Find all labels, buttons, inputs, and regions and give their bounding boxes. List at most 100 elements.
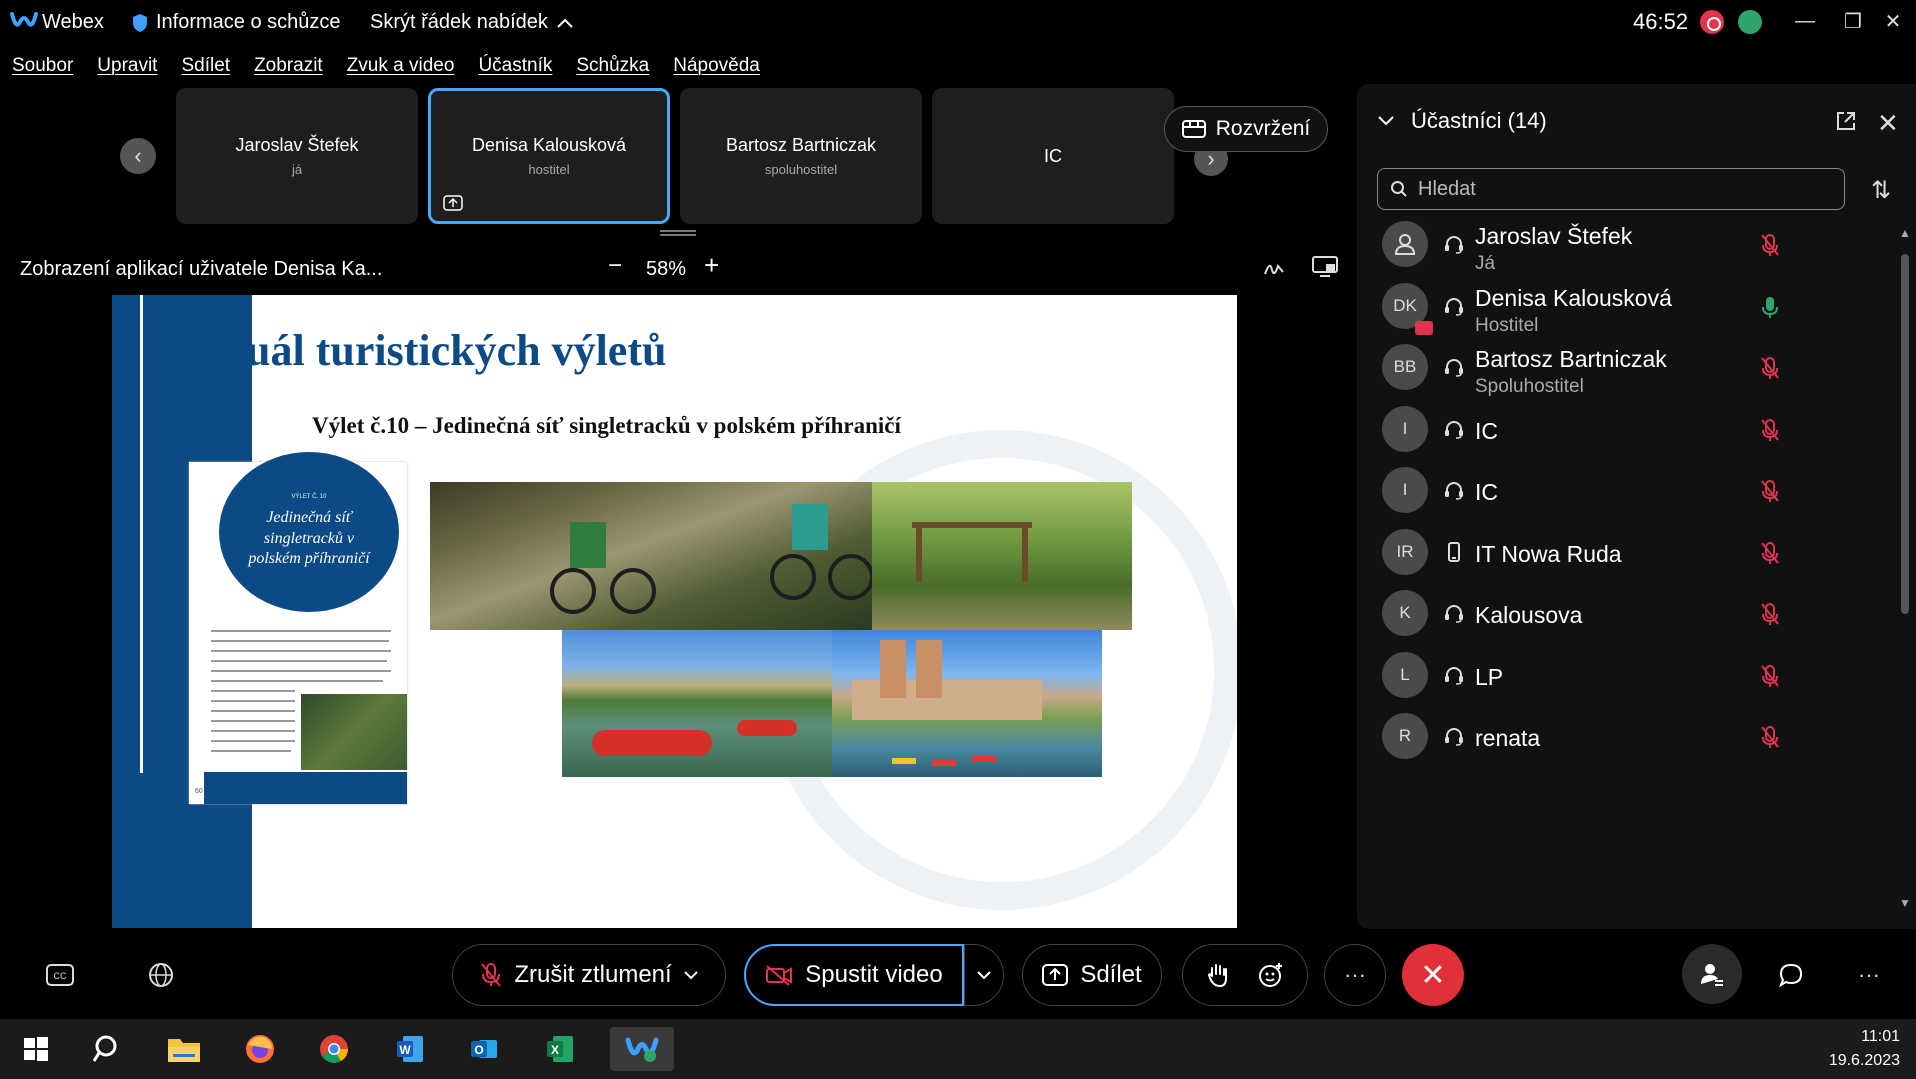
participants-header[interactable]: Účastníci (14) [1377,108,1547,134]
remote-control-icon[interactable] [1312,256,1338,278]
avatar-initials: K [1399,603,1411,622]
brochure-page-image: VÝLET Č. 10 Jedinečná síť singletracků v… [189,452,407,804]
taskbar-file-explorer[interactable] [160,1027,208,1071]
menu-help[interactable]: Nápověda [673,55,760,77]
share-button[interactable]: Sdílet [1022,944,1162,1006]
participant-row[interactable]: K Kalousova [1377,582,1877,646]
language-button[interactable] [130,944,192,1006]
menu-meeting[interactable]: Schůzka [576,55,649,77]
participant-row[interactable]: IR IT Nowa Ruda [1377,521,1877,585]
participant-row[interactable]: Jaroslav Štefek Já [1377,213,1877,277]
meeting-info-label: Informace o schůzce [156,11,341,33]
sort-icon[interactable]: ⇅ [1871,176,1891,205]
search-icon [93,1035,117,1062]
mic-muted-icon[interactable] [1759,418,1781,442]
mic-muted-icon[interactable] [1759,233,1781,257]
annotate-icon[interactable] [1262,256,1286,280]
restore-button[interactable]: ❐ [1836,6,1870,36]
participants-search[interactable] [1377,168,1845,210]
kayak [892,758,916,764]
mic-muted-icon[interactable] [1759,664,1781,688]
captions-button[interactable]: CC [28,944,92,1006]
scroll-up-icon[interactable]: ▲ [1899,226,1911,240]
participant-row[interactable]: I IC [1377,398,1877,462]
video-options-button[interactable] [964,944,1004,1006]
mic-muted-icon[interactable] [1759,725,1781,749]
video-thumbnail[interactable]: IC [932,88,1174,224]
text-line [211,690,295,692]
menu-participant[interactable]: Účastník [478,55,552,77]
taskbar-word[interactable]: W [386,1027,434,1071]
unmute-button[interactable]: Zrušit ztlumení [452,944,726,1006]
text-line [211,680,383,682]
word-icon: W [397,1036,423,1062]
webex-icon [625,1037,659,1062]
close-panel-icon[interactable]: ✕ [1877,108,1899,139]
resize-handle[interactable] [660,230,696,236]
menu-file[interactable]: Soubor [12,55,73,77]
video-thumbnail[interactable]: Bartosz Bartniczak spoluhostitel [680,88,922,224]
participants-toggle-button[interactable] [1682,944,1742,1004]
more-options-button[interactable]: ··· [1324,944,1386,1006]
start-video-button[interactable]: Spustit video [744,944,964,1006]
avatar: DK [1382,283,1433,335]
mic-muted-icon[interactable] [1759,541,1781,565]
menu-audio-video[interactable]: Zvuk a video [347,55,455,77]
close-window-button[interactable]: ✕ [1876,6,1910,36]
menu-edit[interactable]: Upravit [97,55,157,77]
taskbar-webex[interactable] [610,1027,674,1071]
slide-title: Manuál turistických výletů [158,326,667,375]
chat-button[interactable] [1760,944,1822,1006]
minimize-button[interactable]: — [1788,6,1822,36]
mic-active-icon[interactable] [1759,295,1781,319]
network-stats-icon[interactable] [1738,10,1762,34]
video-thumbnail[interactable]: Jaroslav Štefek já [176,88,418,224]
search-input[interactable] [1418,177,1818,201]
headset-icon [1445,298,1463,316]
emoji-reaction-icon[interactable] [1258,962,1284,988]
brochure-heading: Jedinečná síť singletracků v polském pří… [248,508,370,568]
headset-icon [1445,236,1463,254]
thumbnails-prev-button[interactable]: ‹ [120,138,156,174]
mic-muted-icon[interactable] [1759,479,1781,503]
taskbar-chrome[interactable] [310,1027,358,1071]
avatar: L [1382,652,1428,698]
participant-row[interactable]: I IC [1377,459,1877,523]
scrollbar[interactable]: ▲ ▼ [1899,226,1911,916]
avatar: I [1382,406,1428,452]
start-button[interactable] [12,1027,60,1071]
scroll-down-icon[interactable]: ▼ [1899,896,1911,910]
chrome-icon [320,1035,348,1063]
user-icon [1394,234,1416,255]
raise-hand-icon[interactable] [1206,962,1230,988]
photo-monastery-kayaks [832,630,1102,777]
participant-row[interactable]: L LP [1377,644,1877,708]
chevron-down-icon[interactable] [683,970,698,980]
taskbar-outlook[interactable]: O [460,1027,508,1071]
zoom-in-button[interactable]: + [704,250,719,281]
scrollbar-thumb[interactable] [1901,254,1909,614]
video-thumbnail-active-speaker[interactable]: Denisa Kalousková hostitel [428,88,670,224]
layout-button[interactable]: Rozvržení [1164,106,1328,152]
taskbar-search-button[interactable] [84,1027,132,1071]
system-clock[interactable]: 11:01 19.6.2023 [1820,1025,1900,1073]
menu-share[interactable]: Sdílet [181,55,230,77]
mic-muted-icon[interactable] [1759,356,1781,380]
participant-row[interactable]: BB Bartosz Bartniczak Spoluhostitel [1377,336,1877,400]
taskbar-excel[interactable]: X [536,1027,584,1071]
avatar-initials: I [1402,419,1408,438]
zoom-out-button[interactable]: − [608,252,622,280]
avatar: K [1382,590,1428,636]
more-panels-button[interactable]: ··· [1838,944,1900,1006]
hide-menu-bar-button[interactable]: Skrýt řádek nabídek [370,11,574,34]
popout-icon[interactable] [1835,110,1857,132]
mic-muted-icon[interactable] [1759,602,1781,626]
meeting-info-button[interactable]: Informace o schůzce [132,11,341,34]
recording-indicator-icon[interactable] [1700,10,1724,34]
participant-row[interactable]: DK Denisa Kalousková Hostitel [1377,275,1877,339]
chevron-down-icon[interactable] [1377,115,1395,127]
menu-view[interactable]: Zobrazit [254,55,323,77]
leave-meeting-button[interactable]: ✕ [1402,944,1464,1006]
participant-row[interactable]: Rrenata [1377,705,1877,769]
taskbar-firefox[interactable] [236,1027,284,1071]
